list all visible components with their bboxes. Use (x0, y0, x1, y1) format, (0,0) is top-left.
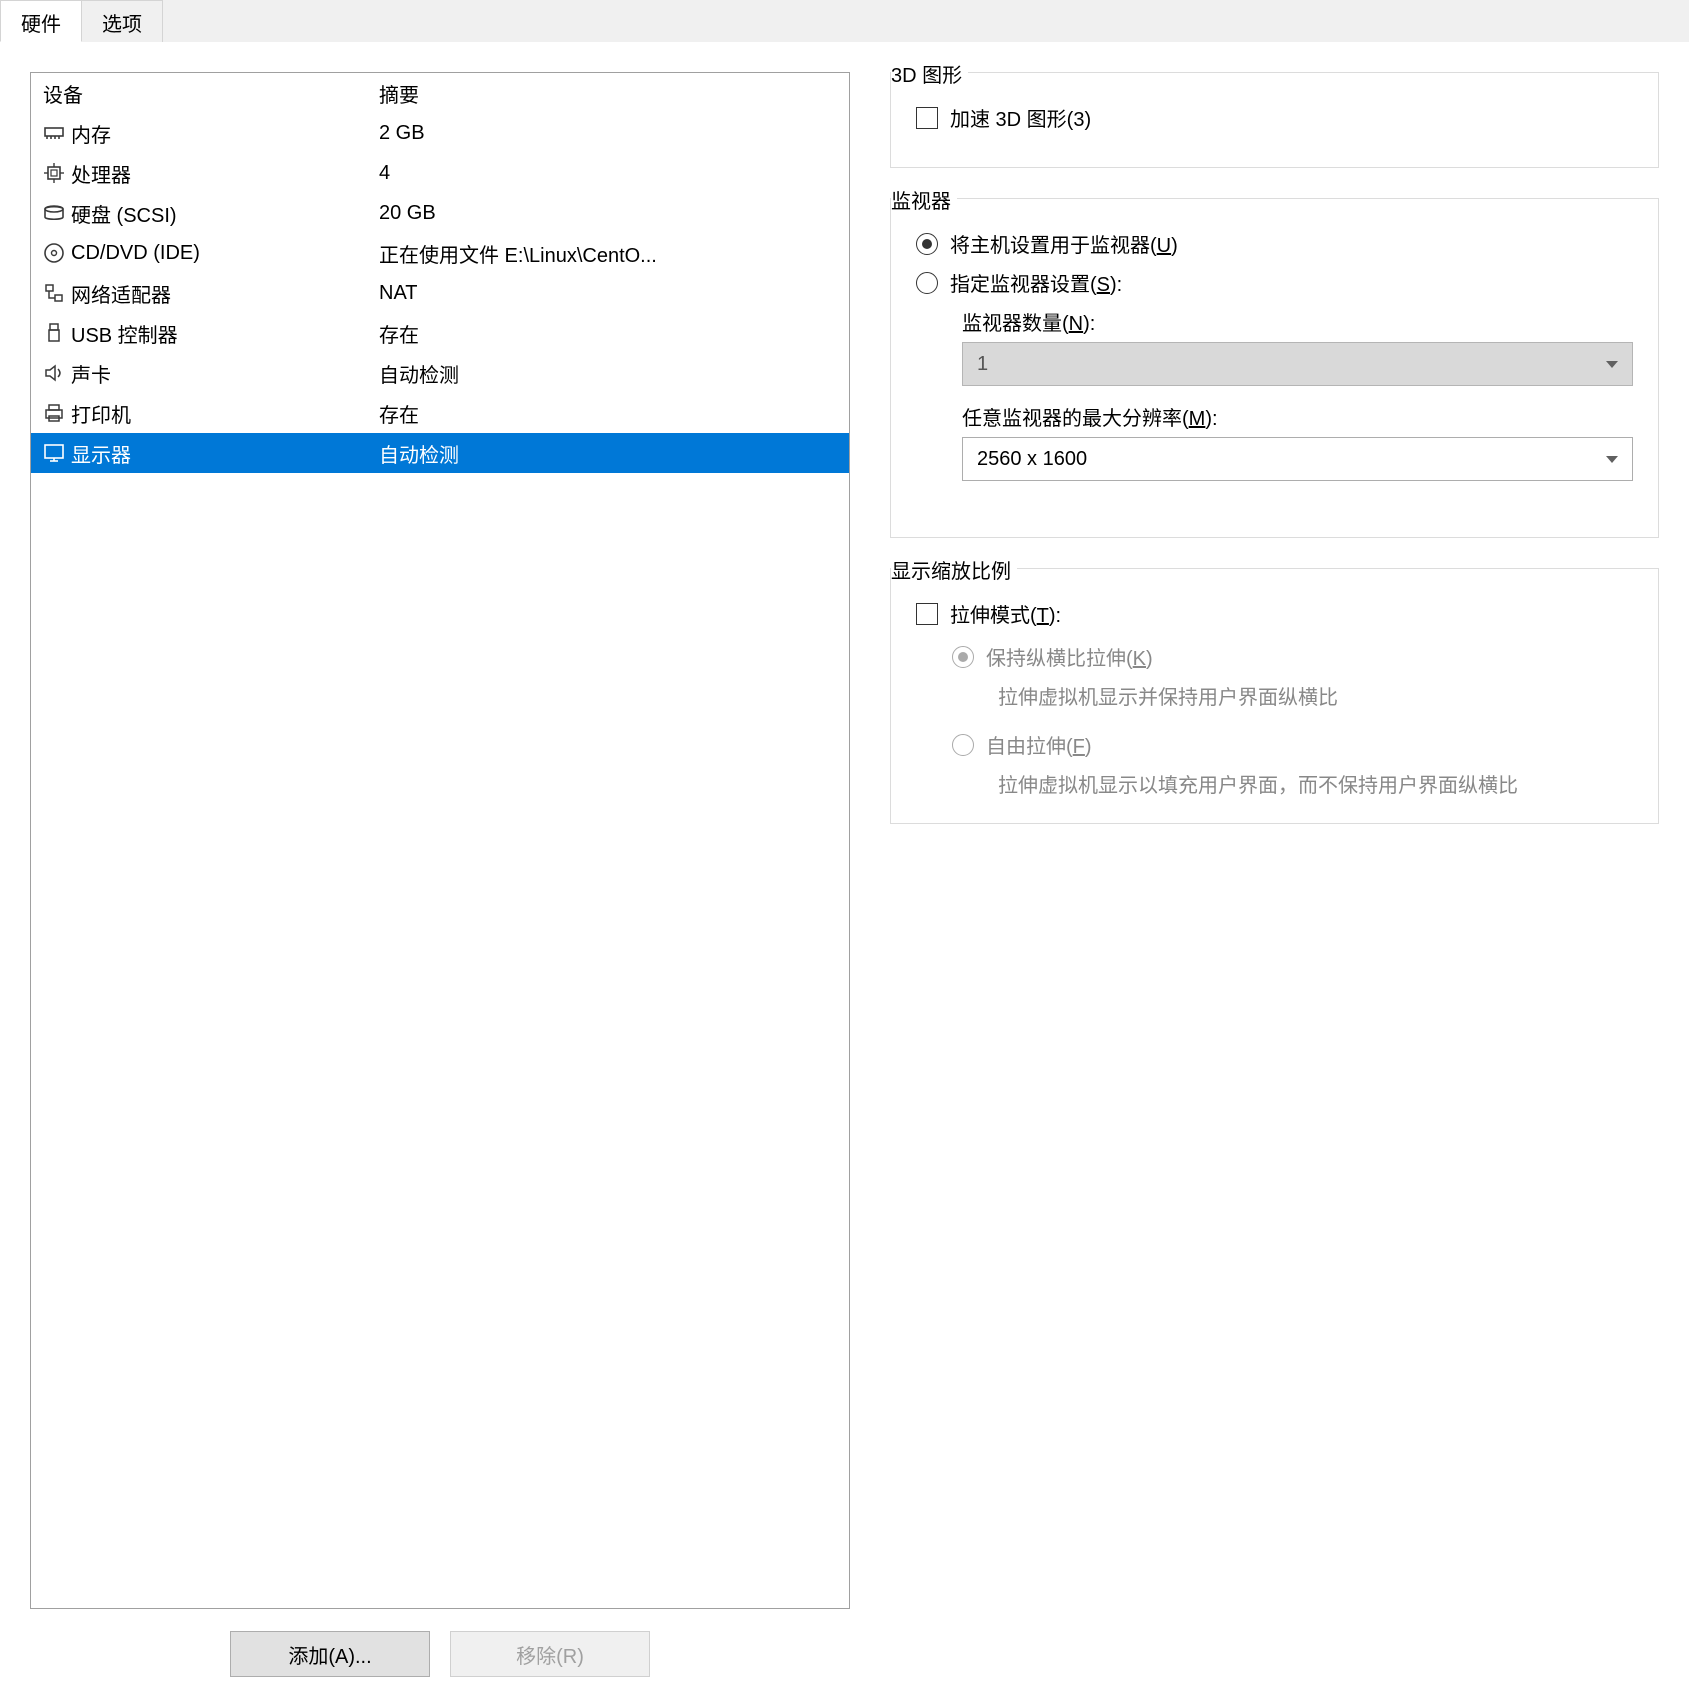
device-name: 内存 (69, 119, 379, 148)
header-device[interactable]: 设备 (39, 79, 379, 108)
radio-keep-ratio (952, 646, 974, 668)
device-name: 声卡 (69, 359, 379, 388)
label-specify[interactable]: 指定监视器设置(S): (950, 268, 1122, 297)
device-row-disk[interactable]: 硬盘 (SCSI)20 GB (31, 193, 849, 233)
device-summary: 存在 (379, 319, 841, 348)
label-use-host[interactable]: 将主机设置用于监视器(U) (950, 229, 1178, 258)
device-summary: 4 (379, 162, 841, 185)
usb-icon (39, 321, 69, 345)
device-summary: 存在 (379, 399, 841, 428)
combo-max-res[interactable]: 2560 x 1600 (962, 437, 1633, 481)
label-max-res: 任意监视器的最大分辨率(M): (962, 402, 1633, 431)
device-name: USB 控制器 (69, 319, 379, 348)
device-row-printer[interactable]: 打印机存在 (31, 393, 849, 433)
device-summary: 自动检测 (379, 439, 841, 468)
device-table: 设备 摘要 内存2 GB处理器4硬盘 (SCSI)20 GBCD/DVD (ID… (30, 72, 850, 1609)
label-accel-3d[interactable]: 加速 3D 图形(3) (950, 103, 1091, 132)
device-row-net[interactable]: 网络适配器NAT (31, 273, 849, 313)
tab-hardware[interactable]: 硬件 (0, 0, 82, 42)
radio-free-stretch (952, 734, 974, 756)
remove-button: 移除(R) (450, 1631, 650, 1677)
memory-icon (39, 121, 69, 145)
device-name: 网络适配器 (69, 279, 379, 308)
device-name: 处理器 (69, 159, 379, 188)
display-icon (39, 441, 69, 465)
header-summary[interactable]: 摘要 (379, 79, 841, 108)
device-row-memory[interactable]: 内存2 GB (31, 113, 849, 153)
label-monitor-count: 监视器数量(N): (962, 307, 1633, 336)
device-summary: 自动检测 (379, 359, 841, 388)
device-name: CD/DVD (IDE) (69, 242, 379, 265)
device-row-cd[interactable]: CD/DVD (IDE)正在使用文件 E:\Linux\CentO... (31, 233, 849, 273)
tab-bar: 硬件 选项 (0, 0, 1689, 42)
device-row-display[interactable]: 显示器自动检测 (31, 433, 849, 473)
add-button[interactable]: 添加(A)... (230, 1631, 430, 1677)
chevron-down-icon (1606, 456, 1618, 463)
label-stretch-mode[interactable]: 拉伸模式(T): (950, 599, 1061, 628)
group-monitor-title: 监视器 (891, 185, 957, 214)
device-table-header: 设备 摘要 (31, 73, 849, 113)
device-summary: 2 GB (379, 122, 841, 145)
device-summary: 20 GB (379, 202, 841, 225)
label-keep-ratio: 保持纵横比拉伸(K) (986, 642, 1153, 671)
device-name: 硬盘 (SCSI) (69, 199, 379, 228)
printer-icon (39, 401, 69, 425)
tab-options[interactable]: 选项 (82, 0, 163, 42)
checkbox-accel-3d[interactable] (916, 107, 938, 129)
combo-monitor-count: 1 (962, 342, 1633, 386)
radio-specify[interactable] (916, 272, 938, 294)
device-summary: NAT (379, 282, 841, 305)
desc-keep-ratio: 拉伸虚拟机显示并保持用户界面纵横比 (998, 681, 1633, 710)
device-row-cpu[interactable]: 处理器4 (31, 153, 849, 193)
checkbox-stretch-mode[interactable] (916, 603, 938, 625)
device-row-sound[interactable]: 声卡自动检测 (31, 353, 849, 393)
disk-icon (39, 201, 69, 225)
chevron-down-icon (1606, 361, 1618, 368)
label-free-stretch: 自由拉伸(F) (986, 730, 1092, 759)
device-name: 打印机 (69, 399, 379, 428)
cpu-icon (39, 161, 69, 185)
group-scaling-title: 显示缩放比例 (891, 555, 1017, 584)
radio-use-host[interactable] (916, 233, 938, 255)
device-row-usb[interactable]: USB 控制器存在 (31, 313, 849, 353)
group-scaling: 显示缩放比例 拉伸模式(T): 保持纵横比拉伸(K) 拉伸虚拟机显示并保持用户界… (890, 568, 1659, 824)
group-monitor: 监视器 将主机设置用于监视器(U) 指定监视器设置(S): 监视器数量(N): … (890, 198, 1659, 538)
device-summary: 正在使用文件 E:\Linux\CentO... (379, 239, 841, 268)
sound-icon (39, 361, 69, 385)
net-icon (39, 281, 69, 305)
desc-free-stretch: 拉伸虚拟机显示以填充用户界面，而不保持用户界面纵横比 (998, 769, 1633, 798)
cd-icon (39, 241, 69, 265)
device-name: 显示器 (69, 439, 379, 468)
group-3d: 3D 图形 加速 3D 图形(3) (890, 72, 1659, 168)
group-3d-title: 3D 图形 (891, 59, 968, 88)
